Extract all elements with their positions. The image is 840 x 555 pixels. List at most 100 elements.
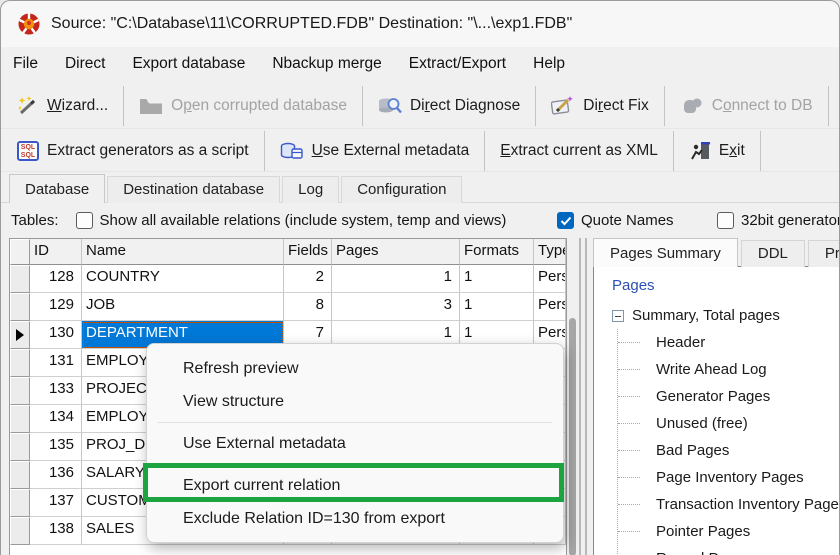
- tree-children: Header Write Ahead Log Generator Pages U…: [617, 329, 840, 555]
- table-row[interactable]: 129 JOB 8 3 1 Persistent: [10, 293, 566, 321]
- tab-preview[interactable]: Preview: [808, 240, 840, 267]
- tree-item-transaction-inventory[interactable]: Transaction Inventory Pages: [618, 491, 840, 518]
- use-external-metadata-button[interactable]: Use External metadata: [270, 132, 480, 170]
- pages-summary-tree[interactable]: Pages Summary, Total pages Header Write …: [593, 266, 840, 555]
- toolbar-separator: [362, 86, 363, 126]
- quote-names-group: Quote Names: [557, 205, 674, 236]
- toolbar-separator: [828, 86, 829, 126]
- col-header-type[interactable]: Type: [534, 239, 566, 265]
- title-bar: Source: "C:\Database\11\CORRUPTED.FDB" D…: [1, 1, 839, 47]
- menu-bar: File Direct Export database Nbackup merg…: [1, 47, 839, 81]
- grid-header-row: ID Name Fields Pages Formats Type: [10, 239, 566, 265]
- quote-names-label: Quote Names: [581, 212, 674, 229]
- col-header-fields[interactable]: Fields: [284, 239, 332, 265]
- bit32-generators-group: 32bit generators: [717, 205, 840, 236]
- col-header-formats[interactable]: Formats: [460, 239, 534, 265]
- tree-item-pointer-pages[interactable]: Pointer Pages: [618, 518, 840, 545]
- menu-help[interactable]: Help: [533, 55, 565, 73]
- menu-separator: [158, 464, 552, 465]
- bit32-generators-checkbox[interactable]: [717, 212, 734, 229]
- pencil-fix-icon: [551, 95, 575, 117]
- show-all-relations-label: Show all available relations (include sy…: [100, 212, 507, 229]
- context-menu-exclude-relation[interactable]: Exclude Relation ID=130 from export: [147, 502, 563, 535]
- table-row[interactable]: 128 COUNTRY 2 1 1 Persistent: [10, 265, 566, 293]
- toolbar-secondary: SQLSQL Extract generators as a script Us…: [1, 130, 839, 172]
- row-gutter: [10, 405, 30, 433]
- window-title: Source: "C:\Database\11\CORRUPTED.FDB" D…: [51, 15, 572, 33]
- menu-separator: [158, 422, 552, 423]
- tree-item-generator-pages[interactable]: Generator Pages: [618, 383, 840, 410]
- tree-item-bad-pages[interactable]: Bad Pages: [618, 437, 840, 464]
- right-panel-tab-bar: Pages Summary DDL Preview: [593, 239, 840, 267]
- menu-direct[interactable]: Direct: [65, 55, 105, 73]
- row-gutter: [10, 293, 30, 321]
- tree-item-page-inventory[interactable]: Page Inventory Pages: [618, 464, 840, 491]
- tree-item-record-pages[interactable]: Record Pages: [618, 545, 840, 555]
- panel-splitter[interactable]: [579, 238, 587, 555]
- app-logo-icon: [17, 12, 41, 36]
- col-header-pages[interactable]: Pages: [332, 239, 460, 265]
- filter-row: Tables: Show all available relations (in…: [1, 205, 839, 236]
- show-all-relations-checkbox[interactable]: [76, 212, 93, 229]
- collapse-minus-icon[interactable]: [612, 310, 624, 322]
- tab-ddl[interactable]: DDL: [741, 240, 805, 267]
- main-tab-bar: Database Destination database Log Config…: [9, 173, 464, 203]
- direct-fix-button[interactable]: Direct Fix: [541, 87, 658, 125]
- diagnose-magnifier-icon: [378, 95, 402, 117]
- col-header-id[interactable]: ID: [30, 239, 82, 265]
- tab-pages-summary[interactable]: Pages Summary: [593, 238, 738, 267]
- current-row-marker-icon: [16, 329, 24, 341]
- tab-configuration[interactable]: Configuration: [341, 176, 462, 203]
- toolbar-separator: [535, 86, 536, 126]
- exit-button[interactable]: Exit: [679, 132, 755, 170]
- toolbar-separator: [484, 131, 485, 171]
- direct-diagnose-button[interactable]: Direct Diagnose: [368, 87, 530, 125]
- sql-script-icon: SQLSQL: [17, 141, 39, 161]
- app-window: Source: "C:\Database\11\CORRUPTED.FDB" D…: [0, 0, 840, 555]
- tables-label: Tables:: [11, 212, 59, 229]
- menu-extract-export[interactable]: Extract/Export: [409, 55, 506, 73]
- context-menu-refresh-preview[interactable]: Refresh preview: [147, 352, 563, 385]
- context-menu-view-structure[interactable]: View structure: [147, 385, 563, 418]
- context-menu-export-current-relation[interactable]: Export current relation: [147, 469, 563, 502]
- toolbar-separator: [664, 86, 665, 126]
- tree-root-pages[interactable]: Pages: [612, 275, 840, 302]
- tree-item-header[interactable]: Header: [618, 329, 840, 356]
- exit-door-icon: [689, 141, 711, 161]
- grid-corner-cell: [10, 239, 30, 265]
- row-gutter: [10, 377, 30, 405]
- tree-branch-summary[interactable]: Summary, Total pages: [612, 302, 840, 329]
- toolbar-separator: [264, 131, 265, 171]
- connect-to-db-button[interactable]: Connect to DB: [670, 87, 823, 125]
- folder-icon: [139, 96, 163, 116]
- show-all-relations-group: Tables: Show all available relations (in…: [11, 205, 506, 236]
- quote-names-checkbox[interactable]: [557, 212, 574, 229]
- tab-log[interactable]: Log: [282, 176, 339, 203]
- scrollbar-thumb[interactable]: [569, 318, 576, 555]
- tab-destination-database[interactable]: Destination database: [107, 176, 280, 203]
- extract-current-as-xml-button[interactable]: Extract current as XML: [490, 132, 668, 170]
- row-gutter: [10, 321, 30, 349]
- menu-nbackup-merge[interactable]: Nbackup merge: [272, 55, 381, 73]
- context-menu-use-external-metadata[interactable]: Use External metadata: [147, 427, 563, 460]
- open-corrupted-database-button[interactable]: Open corrupted database: [129, 87, 357, 125]
- grid-vertical-scrollbar[interactable]: [568, 238, 577, 555]
- col-header-name[interactable]: Name: [82, 239, 284, 265]
- context-menu: Refresh preview View structure Use Exter…: [146, 343, 564, 543]
- tab-database[interactable]: Database: [9, 174, 105, 203]
- row-gutter: [10, 461, 30, 489]
- tree-item-write-ahead-log[interactable]: Write Ahead Log: [618, 356, 840, 383]
- external-metadata-icon: [280, 141, 304, 161]
- row-gutter: [10, 489, 30, 517]
- row-gutter: [10, 265, 30, 293]
- bit32-generators-label: 32bit generators: [741, 212, 840, 229]
- toolbar-separator: [673, 131, 674, 171]
- toolbar-separator: [760, 131, 761, 171]
- menu-export-database[interactable]: Export database: [132, 55, 245, 73]
- row-gutter: [10, 349, 30, 377]
- tree-item-unused-free[interactable]: Unused (free): [618, 410, 840, 437]
- extract-generators-button[interactable]: SQLSQL Extract generators as a script: [7, 132, 259, 170]
- wizard-button[interactable]: Wizard...: [7, 87, 118, 125]
- menu-file[interactable]: File: [13, 55, 38, 73]
- magic-wand-icon: [17, 95, 39, 117]
